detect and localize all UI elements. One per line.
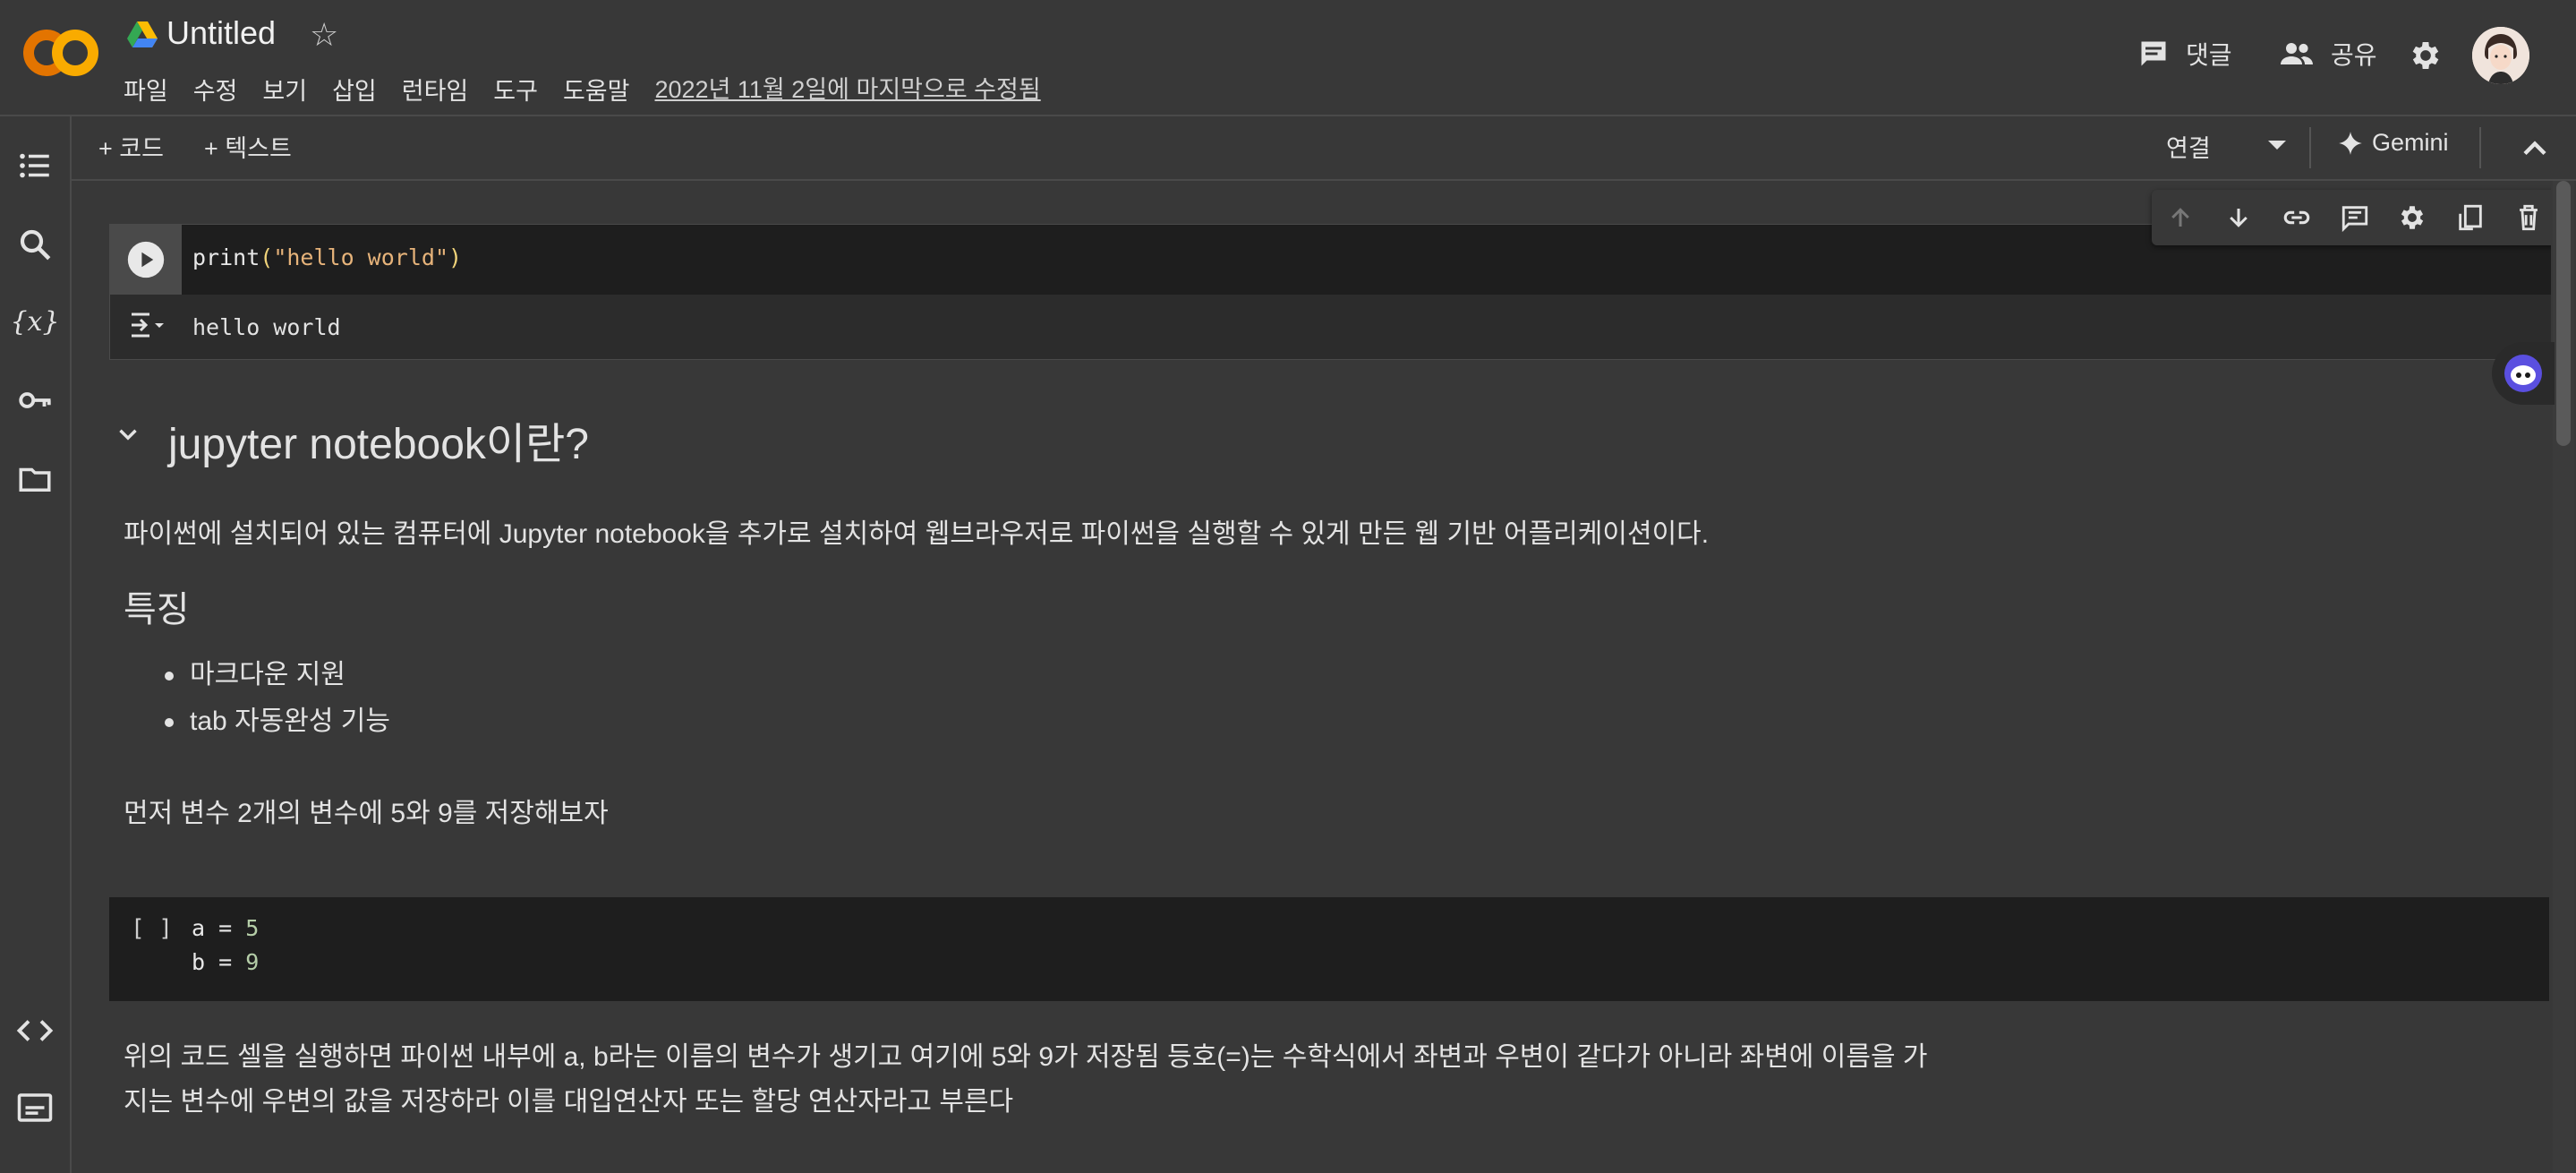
- table-of-contents-icon[interactable]: [16, 147, 54, 184]
- code-token: print: [192, 244, 260, 270]
- menu-insert[interactable]: 삽입: [332, 70, 377, 108]
- chevron-down-icon[interactable]: [2259, 127, 2295, 163]
- chevron-up-icon[interactable]: [2515, 129, 2555, 168]
- comment-icon[interactable]: [2337, 200, 2373, 235]
- toolbar-divider: [2479, 127, 2481, 168]
- code-token: b =: [192, 949, 246, 975]
- share-button[interactable]: 공유: [2279, 36, 2377, 72]
- sparkle-icon: [2339, 131, 2362, 155]
- code-token: a =: [192, 915, 246, 941]
- text-paragraph: 먼저 변수 2개의 변수에 5와 9를 저장해보자: [124, 799, 609, 828]
- code-token: 5: [245, 915, 260, 941]
- text-paragraph: 위의 코드 셀을 실행하면 파이썬 내부에 a, b라는 이름의 변수가 생기고…: [124, 1035, 2003, 1125]
- list-item: 마크다운 지원: [165, 652, 390, 698]
- sub-heading: 특징: [124, 590, 190, 629]
- menu-view[interactable]: 보기: [262, 70, 307, 108]
- section-heading: jupyter notebook이란?: [168, 421, 589, 468]
- execution-count[interactable]: [ ]: [131, 915, 173, 942]
- scrollbar-thumb[interactable]: [2556, 181, 2571, 446]
- code-editor[interactable]: print("hello world"): [192, 244, 462, 270]
- share-label: 공유: [2331, 41, 2377, 69]
- connect-runtime-button[interactable]: 연결: [2166, 129, 2211, 164]
- terminal-icon[interactable]: [16, 1089, 54, 1126]
- files-folder-icon[interactable]: [16, 460, 54, 498]
- app-header: Untitled ☆ 파일 수정 보기 삽입 런타임 도구 도움말 2022년 …: [0, 0, 2576, 116]
- comments-label: 댓글: [2186, 41, 2232, 69]
- variables-icon[interactable]: {x}: [10, 303, 59, 340]
- add-code-cell-button[interactable]: + 코드: [98, 129, 164, 164]
- menu-edit[interactable]: 수정: [193, 70, 238, 108]
- play-icon: [127, 241, 165, 278]
- code-snippets-icon[interactable]: [16, 1012, 54, 1049]
- comment-icon: [2141, 41, 2166, 66]
- text-line: 지는 변수에 우변의 값을 저장하라 이를 대입연산자 또는 할당 연산자라고 …: [124, 1087, 1014, 1117]
- list-item: tab 자동완성 기능: [165, 698, 390, 745]
- menu-help[interactable]: 도움말: [563, 70, 630, 108]
- code-line[interactable]: b = 9: [192, 949, 259, 975]
- code-line[interactable]: a = 5: [192, 915, 259, 941]
- people-icon: [2281, 43, 2313, 64]
- add-text-cell-button[interactable]: + 텍스트: [204, 129, 292, 164]
- mirror-cell-icon[interactable]: [2452, 200, 2488, 235]
- code-token: 9: [245, 949, 260, 975]
- comments-button[interactable]: 댓글: [2137, 36, 2232, 72]
- toolbar-divider: [2309, 127, 2311, 168]
- assistant-bot-icon[interactable]: [2492, 342, 2555, 405]
- search-icon[interactable]: [16, 226, 54, 263]
- move-down-icon[interactable]: [2221, 200, 2256, 235]
- cell-toolbar: [2152, 190, 2551, 245]
- delete-trash-icon[interactable]: [2511, 200, 2546, 235]
- cell-output: hello world: [192, 314, 341, 340]
- colab-logo[interactable]: [23, 27, 98, 79]
- run-cell-button[interactable]: [110, 225, 182, 295]
- notebook-toolbar: + 코드 + 텍스트 연결 Gemini: [72, 116, 2576, 181]
- feature-list: 마크다운 지원 tab 자동완성 기능: [165, 652, 390, 745]
- settings-gear-icon[interactable]: [2408, 38, 2444, 73]
- output-actions-icon[interactable]: [126, 307, 169, 343]
- notebook-title[interactable]: Untitled: [166, 14, 276, 52]
- gemini-button[interactable]: Gemini: [2338, 129, 2449, 157]
- text-paragraph: 파이썬에 설치되어 있는 컴퓨터에 Jupyter notebook을 추가로 …: [124, 519, 1710, 549]
- move-up-icon[interactable]: [2162, 200, 2198, 235]
- code-cell[interactable]: [ ] a = 5 b = 9: [109, 897, 2549, 1001]
- menu-runtime[interactable]: 런타임: [402, 70, 469, 108]
- left-sidebar: {x}: [0, 116, 72, 1173]
- google-drive-icon[interactable]: [127, 21, 158, 48]
- menu-bar: 파일 수정 보기 삽입 런타임 도구 도움말 2022년 11월 2일에 마지막…: [124, 70, 1041, 108]
- gemini-label: Gemini: [2372, 129, 2449, 156]
- collapse-section-chevron-icon[interactable]: [113, 419, 143, 450]
- code-token: ): [448, 244, 463, 270]
- settings-gear-icon[interactable]: [2394, 200, 2430, 235]
- link-icon[interactable]: [2279, 200, 2315, 235]
- secrets-key-icon[interactable]: [16, 381, 54, 419]
- menu-tools[interactable]: 도구: [493, 70, 538, 108]
- vertical-scrollbar[interactable]: [2553, 181, 2574, 1173]
- code-token: (: [260, 244, 274, 270]
- menu-file[interactable]: 파일: [124, 70, 168, 108]
- code-token: "hello world": [273, 244, 448, 270]
- notebook-content: print("hello world") hello world jupyter…: [72, 181, 2551, 1173]
- star-icon[interactable]: ☆: [310, 16, 338, 54]
- text-line: 위의 코드 셀을 실행하면 파이썬 내부에 a, b라는 이름의 변수가 생기고…: [124, 1042, 1928, 1072]
- last-edited-link[interactable]: 2022년 11월 2일에 마지막으로 수정됨: [655, 70, 1041, 108]
- user-avatar[interactable]: [2472, 27, 2529, 84]
